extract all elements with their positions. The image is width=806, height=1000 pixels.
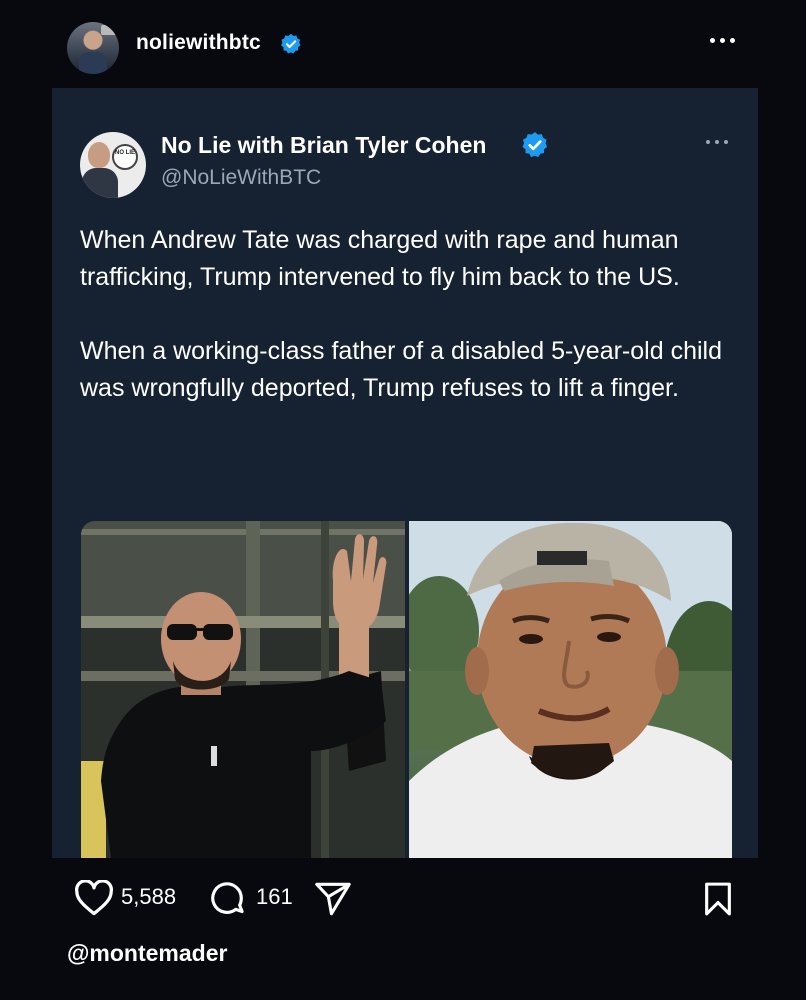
comment-count: 161	[256, 884, 293, 909]
post-frame: noliewithbtc NO LIE No Lie with Brian Ty…	[0, 0, 806, 1000]
tweet-paragraph: When a working-class father of a disable…	[80, 337, 722, 402]
more-options-icon[interactable]	[706, 30, 740, 50]
tweet-handle[interactable]: @NoLieWithBTC	[161, 166, 321, 190]
share-icon[interactable]	[314, 882, 352, 916]
verified-badge-icon	[281, 33, 301, 54]
tweet-avatar[interactable]: NO LIE	[80, 132, 146, 198]
heart-icon[interactable]	[74, 880, 114, 916]
tweet-media-photo[interactable]	[81, 521, 405, 858]
tweet-more-icon[interactable]	[706, 138, 732, 148]
tweet-text: When Andrew Tate was charged with rape a…	[80, 222, 730, 444]
bookmark-icon[interactable]	[703, 882, 733, 916]
avatar[interactable]	[67, 22, 119, 74]
tweet-avatar-logo: NO LIE	[112, 144, 138, 170]
comment-icon[interactable]	[208, 880, 246, 916]
like-count: 5,588	[121, 884, 177, 909]
tweet-avatar-body	[82, 168, 118, 198]
post-username[interactable]: noliewithbtc	[136, 31, 261, 55]
post-header: noliewithbtc	[0, 0, 806, 88]
avatar-suit	[79, 52, 107, 74]
photo-man-waving-sunglasses-icon	[81, 521, 405, 858]
tweet-verified-badge-icon	[522, 132, 548, 158]
tweet-card[interactable]: NO LIE No Lie with Brian Tyler Cohen @No…	[52, 88, 758, 858]
photo-man-backwards-cap-icon	[409, 521, 732, 858]
action-bar: 5,588 161	[0, 868, 806, 928]
tweet-display-name[interactable]: No Lie with Brian Tyler Cohen	[161, 132, 486, 159]
avatar-badge	[101, 25, 117, 35]
credit-handle[interactable]: @montemader	[67, 940, 227, 967]
tweet-avatar-face	[88, 142, 110, 168]
tweet-media-photo[interactable]	[409, 521, 732, 858]
tweet-paragraph: When Andrew Tate was charged with rape a…	[80, 226, 680, 291]
